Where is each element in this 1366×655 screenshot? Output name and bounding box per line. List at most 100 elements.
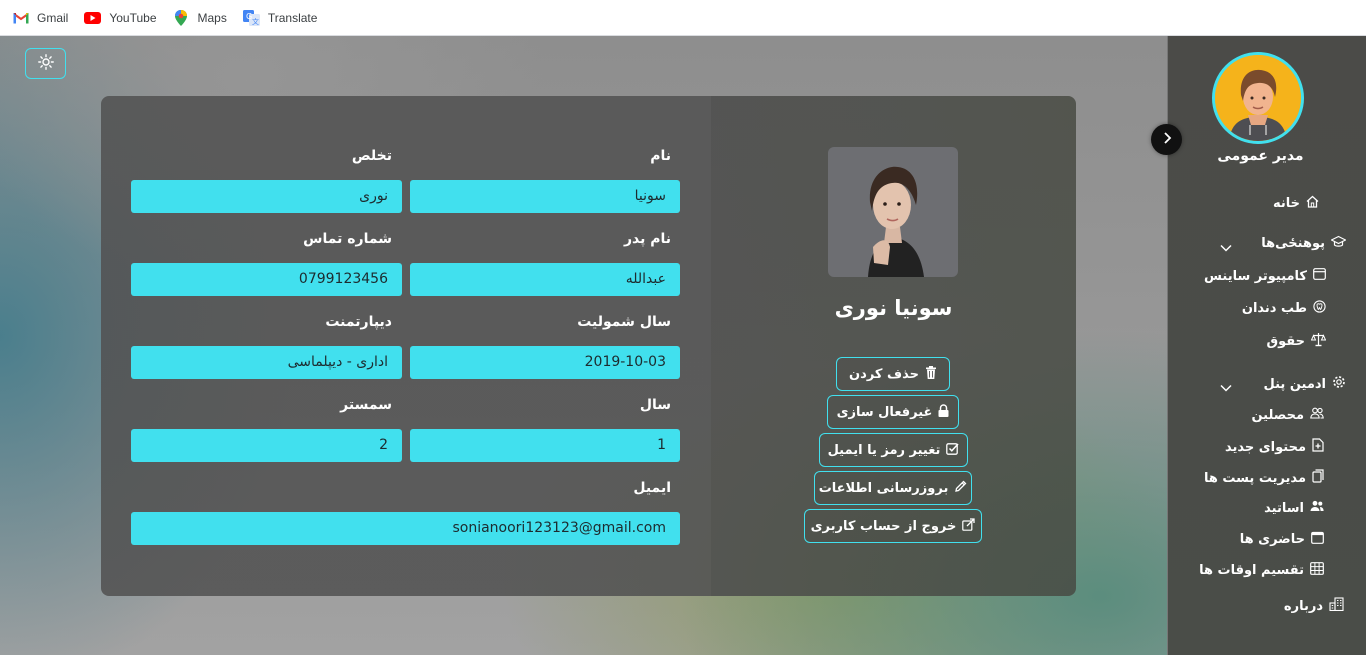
sidebar-item-students[interactable]: محصلین xyxy=(1251,407,1324,423)
box-arrow-icon xyxy=(962,517,976,535)
profile-summary: سونیا نوری حذف کردن غیرفعال سازی تغییر ر… xyxy=(711,96,1076,596)
bookmark-label: YouTube xyxy=(109,10,157,25)
sidebar-item-admin-panel[interactable]: ادمین پنل xyxy=(1264,375,1347,393)
bookmark-translate[interactable]: G文 Translate xyxy=(242,9,318,26)
people-icon xyxy=(1310,407,1324,423)
sidebar-item-label: حقوق xyxy=(1266,334,1306,349)
check-square-icon xyxy=(946,442,959,459)
semester-label: سمستر xyxy=(340,397,392,413)
update-info-button[interactable]: بروزرسانی اطلاعات xyxy=(814,471,972,505)
sidebar-item-label: پوهنځی‌ها xyxy=(1261,236,1325,251)
trash-icon xyxy=(925,365,937,383)
bookmark-label: Gmail xyxy=(37,10,69,25)
sidebar-item-label: مدیریت پست ها xyxy=(1204,470,1306,486)
delete-button[interactable]: حذف کردن xyxy=(836,357,950,391)
gear-icon xyxy=(1332,375,1346,393)
youtube-icon xyxy=(84,11,102,25)
avatar xyxy=(1212,52,1304,144)
sidebar-item-label: طب دندان xyxy=(1241,301,1307,316)
department-field[interactable]: اداری - دیپلماسی xyxy=(131,346,402,379)
year-label: سال xyxy=(639,397,671,413)
department-label: دیپارتمنت xyxy=(325,314,392,330)
profile-card: نام تخلص سونیا نوری نام پدر شماره تماس ع… xyxy=(101,96,1076,596)
bookmark-label: Maps xyxy=(197,10,227,25)
phone-label: شماره تماس xyxy=(303,231,392,247)
chevron-right-icon xyxy=(1162,130,1172,149)
deactivate-button[interactable]: غیرفعال سازی xyxy=(827,395,959,429)
logout-button[interactable]: خروج از حساب کاربری xyxy=(804,509,982,543)
change-credentials-button[interactable]: تغییر رمز یا ایمیل xyxy=(819,433,968,467)
sidebar-item-dentistry[interactable]: طب دندان xyxy=(1242,300,1326,317)
sidebar-item-manage-posts[interactable]: مدیریت پست ها xyxy=(1204,469,1324,487)
calendar-icon xyxy=(1311,531,1324,548)
profile-fields: نام تخلص سونیا نوری نام پدر شماره تماس ع… xyxy=(101,96,711,596)
phone-field[interactable]: 0799123456 xyxy=(131,263,402,296)
user-role: مدیر عمومی xyxy=(1217,148,1304,164)
lock-icon xyxy=(938,403,949,421)
sidebar-item-label: خانه xyxy=(1272,196,1300,211)
bookmark-label: Translate xyxy=(267,10,318,25)
theme-toggle-button[interactable] xyxy=(25,48,66,79)
join-year-field[interactable]: 2019-10-03 xyxy=(410,346,680,379)
sidebar-item-label: محصلین xyxy=(1251,407,1304,423)
sidebar-item-label: حاضری ها xyxy=(1239,532,1305,547)
file-plus-icon xyxy=(1312,438,1324,456)
house-icon xyxy=(1306,195,1319,212)
people-fill-icon xyxy=(1310,500,1324,516)
sidebar-item-label: اساتید xyxy=(1264,500,1304,516)
gmail-icon xyxy=(12,11,29,25)
bookmark-maps[interactable]: Maps xyxy=(173,9,227,26)
father-name-label: نام پدر xyxy=(623,231,671,247)
sidebar-item-label: تقسیم اوقات ها xyxy=(1199,563,1304,578)
sidebar-item-teachers[interactable]: اساتید xyxy=(1264,500,1324,516)
sidebar-item-label: محتوای جدید xyxy=(1224,439,1306,455)
window-icon xyxy=(1313,268,1326,284)
files-icon xyxy=(1312,469,1324,487)
join-year-label: سال شمولیت xyxy=(577,314,671,330)
tooth-icon xyxy=(1313,300,1326,317)
bookmark-youtube[interactable]: YouTube xyxy=(84,10,157,25)
sidebar-item-label: درباره xyxy=(1283,598,1323,614)
sidebar-item-computer-science[interactable]: کامپیوتر ساینس xyxy=(1204,268,1326,284)
change-credentials-label: تغییر رمز یا ایمیل xyxy=(827,442,941,458)
sidebar-item-timetables[interactable]: تقسیم اوقات ها xyxy=(1199,562,1324,579)
bookmarks-bar: Gmail YouTube Maps G文 Translate xyxy=(0,0,1366,36)
first-name-label: نام xyxy=(650,148,671,164)
sidebar-item-label: کامپیوتر ساینس xyxy=(1204,268,1307,284)
chevron-down-icon[interactable] xyxy=(1220,237,1232,256)
building-icon xyxy=(1329,597,1344,615)
last-name-field[interactable]: نوری xyxy=(131,180,402,213)
sidebar-item-attendance[interactable]: حاضری ها xyxy=(1240,531,1324,548)
profile-name: سونیا نوری xyxy=(834,296,953,320)
graduation-cap-icon xyxy=(1330,235,1347,252)
sidebar-item-new-content[interactable]: محتوای جدید xyxy=(1225,438,1324,456)
sidebar-item-law[interactable]: حقوق xyxy=(1267,332,1327,351)
update-info-label: بروزرسانی اطلاعات xyxy=(818,480,949,496)
chevron-down-icon[interactable] xyxy=(1220,377,1232,396)
pencil-icon xyxy=(954,480,967,497)
table-icon xyxy=(1310,562,1324,579)
svg-text:文: 文 xyxy=(252,17,259,26)
semester-field[interactable]: 2 xyxy=(131,429,402,462)
sun-icon xyxy=(37,53,54,74)
last-name-label: تخلص xyxy=(351,148,392,164)
sidebar: مدیر عمومی خانه پوهنځی‌ها کامپیوتر ساینس… xyxy=(1167,36,1366,655)
scales-icon xyxy=(1310,332,1327,351)
first-name-field[interactable]: سونیا xyxy=(410,180,680,213)
sidebar-collapse-button[interactable] xyxy=(1151,124,1182,155)
email-label: ایمیل xyxy=(633,480,671,496)
translate-icon: G文 xyxy=(242,9,260,26)
main-content: نام تخلص سونیا نوری نام پدر شماره تماس ع… xyxy=(0,36,1167,655)
sidebar-item-home[interactable]: خانه xyxy=(1273,195,1319,212)
deactivate-label: غیرفعال سازی xyxy=(836,404,933,420)
logout-label: خروج از حساب کاربری xyxy=(810,518,957,534)
profile-photo xyxy=(828,147,958,277)
sidebar-item-about[interactable]: درباره xyxy=(1284,597,1344,615)
email-field[interactable]: sonianoori123123@gmail.com xyxy=(131,512,680,545)
bookmark-gmail[interactable]: Gmail xyxy=(12,11,68,25)
sidebar-item-label: ادمین پنل xyxy=(1263,376,1327,392)
sidebar-item-faculties[interactable]: پوهنځی‌ها xyxy=(1261,235,1347,252)
maps-icon xyxy=(173,9,190,26)
year-field[interactable]: 1 xyxy=(410,429,680,462)
father-name-field[interactable]: عبدالله xyxy=(410,263,680,296)
